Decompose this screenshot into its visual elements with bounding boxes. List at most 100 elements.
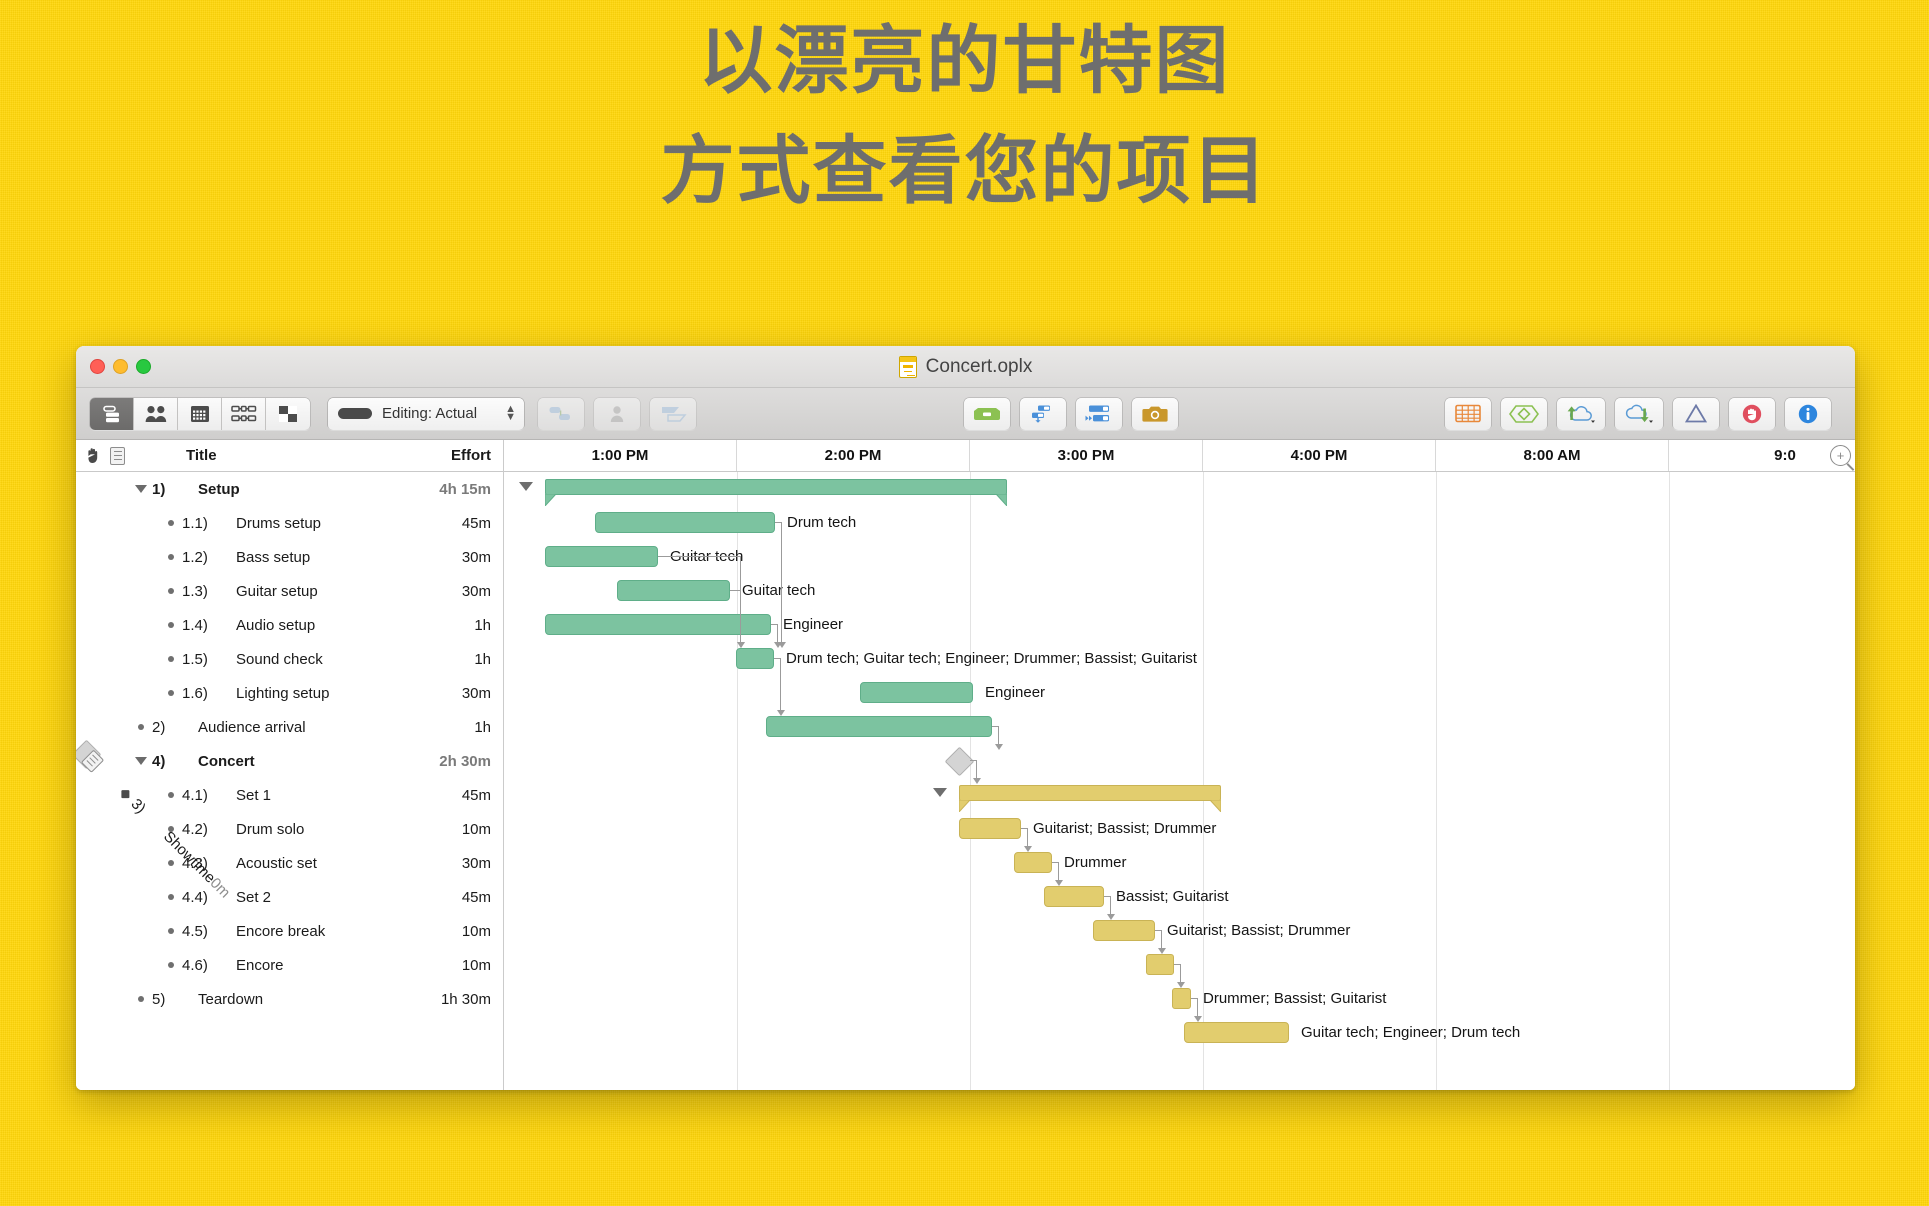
row-title[interactable]: Set 2 xyxy=(236,889,397,906)
row-title[interactable]: Encore xyxy=(236,957,397,974)
row-title[interactable]: Lighting setup xyxy=(236,685,397,702)
row-effort[interactable]: 1h xyxy=(397,617,503,634)
row-number: 5) xyxy=(152,990,166,1008)
advance-button[interactable] xyxy=(1075,397,1122,430)
gantt-bar[interactable] xyxy=(736,648,774,669)
row-title[interactable]: Bass setup xyxy=(236,549,397,566)
editing-mode-popup[interactable]: Editing: Actual ▲ ▼ xyxy=(328,397,524,430)
zoom-in-icon[interactable]: + xyxy=(1830,445,1851,466)
gantt-bar[interactable] xyxy=(1093,920,1155,941)
resource-label: Drum tech xyxy=(787,514,857,531)
column-header-title[interactable]: Title xyxy=(134,447,397,464)
column-header-effort[interactable]: Effort xyxy=(397,447,503,464)
table-row[interactable]: 4) Concert 2h 30m xyxy=(76,744,503,778)
row-title[interactable]: Sound check xyxy=(236,651,397,668)
task-view-button[interactable] xyxy=(90,397,134,430)
network-view-button[interactable] xyxy=(222,397,266,430)
zoom-button[interactable] xyxy=(136,359,151,374)
table-row[interactable]: 1.2) Bass setup 30m xyxy=(76,540,503,574)
table-row[interactable]: 1.5) Sound check 1h xyxy=(76,642,503,676)
gantt-disclosure-triangle-icon[interactable] xyxy=(933,788,947,797)
row-title[interactable]: Drum solo xyxy=(236,821,397,838)
row-title[interactable]: Audio setup xyxy=(236,617,397,634)
table-row[interactable]: 1.4) Audio setup 1h xyxy=(76,608,503,642)
row-title[interactable]: Encore break xyxy=(236,923,397,940)
gantt-chart[interactable]: Drum tech Guitar tech Guitar tech Engineer D… xyxy=(504,472,1855,1090)
dependency-link xyxy=(1161,930,1163,949)
gantt-bar[interactable] xyxy=(617,580,730,601)
table-row[interactable]: 1) Setup 4h 15m xyxy=(76,472,503,506)
summary-bar[interactable] xyxy=(545,479,1007,506)
gantt-bar[interactable] xyxy=(1044,886,1104,907)
snapshot-button[interactable] xyxy=(1131,397,1178,430)
gantt-bar[interactable] xyxy=(545,546,658,567)
note-column-icon[interactable] xyxy=(110,446,125,465)
gantt-bar[interactable] xyxy=(766,716,992,737)
row-effort[interactable]: 10m xyxy=(397,821,503,838)
resource-view-button[interactable] xyxy=(134,397,178,430)
row-effort[interactable]: 30m xyxy=(397,549,503,566)
stop-button[interactable] xyxy=(1729,397,1775,430)
table-row[interactable]: 5) Teardown 1h 30m xyxy=(76,982,503,1016)
row-title[interactable]: Acoustic set xyxy=(236,855,397,872)
row-title[interactable]: Guitar setup xyxy=(236,583,397,600)
close-button[interactable] xyxy=(90,359,105,374)
row-effort[interactable]: 45m xyxy=(397,515,503,532)
table-row[interactable]: 4.6) Encore 10m xyxy=(76,948,503,982)
table-row[interactable]: 1.6) Lighting setup 30m xyxy=(76,676,503,710)
table-view-button[interactable] xyxy=(1445,397,1491,430)
calendar-view-button[interactable] xyxy=(178,397,222,430)
link-tasks-button[interactable] xyxy=(538,397,584,430)
row-effort[interactable]: 1h xyxy=(397,651,503,668)
table-row[interactable]: 2) Audience arrival 1h xyxy=(76,710,503,744)
table-row[interactable]: 4.5) Encore break 10m xyxy=(76,914,503,948)
disclosure-triangle-icon[interactable] xyxy=(130,485,152,493)
critical-path-button[interactable] xyxy=(1673,397,1719,430)
gantt-bar[interactable] xyxy=(1172,988,1191,1009)
gantt-bar[interactable] xyxy=(860,682,973,703)
row-effort[interactable]: 10m xyxy=(397,923,503,940)
row-title[interactable]: Teardown xyxy=(198,991,397,1008)
row-title[interactable]: Setup xyxy=(198,481,397,498)
row-title[interactable]: Audience arrival xyxy=(198,719,397,736)
hand-icon[interactable] xyxy=(85,447,102,464)
gantt-bar[interactable] xyxy=(1014,852,1052,873)
gantt-bar[interactable] xyxy=(595,512,775,533)
row-effort[interactable]: 30m xyxy=(397,855,503,872)
indent-task-button[interactable] xyxy=(1019,397,1066,430)
row-effort[interactable]: 2h 30m xyxy=(397,753,503,770)
row-effort[interactable]: 45m xyxy=(397,889,503,906)
level-resources-button[interactable] xyxy=(650,397,696,430)
gantt-bar[interactable] xyxy=(1184,1022,1289,1043)
gantt-bar[interactable] xyxy=(1146,954,1174,975)
row-title[interactable]: Drums setup xyxy=(236,515,397,532)
table-row[interactable]: 1.3) Guitar setup 30m xyxy=(76,574,503,608)
table-row[interactable]: 4.3) Acoustic set 30m xyxy=(76,846,503,880)
table-row[interactable]: 4.4) Set 2 45m xyxy=(76,880,503,914)
row-effort[interactable]: 1h xyxy=(397,719,503,736)
row-title[interactable]: Concert xyxy=(198,753,397,770)
row-effort[interactable]: 30m xyxy=(397,583,503,600)
summary-bar[interactable] xyxy=(959,785,1221,812)
inspector-button[interactable] xyxy=(1785,397,1831,430)
table-row[interactable]: 1.1) Drums setup 45m xyxy=(76,506,503,540)
row-effort[interactable]: 30m xyxy=(397,685,503,702)
download-button[interactable] xyxy=(1615,397,1663,430)
updown-stepper-icon[interactable]: ▲ ▼ xyxy=(505,404,516,423)
row-title[interactable]: Set 1 xyxy=(236,787,397,804)
milestone-button[interactable] xyxy=(1501,397,1547,430)
upload-button[interactable] xyxy=(1557,397,1605,430)
minimize-button[interactable] xyxy=(113,359,128,374)
dependency-link xyxy=(658,556,740,558)
baseline-button[interactable] xyxy=(963,397,1010,430)
gantt-bar[interactable] xyxy=(545,614,771,635)
dashboard-view-button[interactable] xyxy=(266,397,310,430)
gantt-disclosure-triangle-icon[interactable] xyxy=(519,482,533,491)
row-effort[interactable]: 1h 30m xyxy=(397,991,503,1008)
disclosure-triangle-icon[interactable] xyxy=(130,757,152,765)
row-effort[interactable]: 45m xyxy=(397,787,503,804)
gantt-bar[interactable] xyxy=(959,818,1021,839)
assign-resource-button[interactable] xyxy=(594,397,640,430)
row-effort[interactable]: 4h 15m xyxy=(397,481,503,498)
row-effort[interactable]: 10m xyxy=(397,957,503,974)
